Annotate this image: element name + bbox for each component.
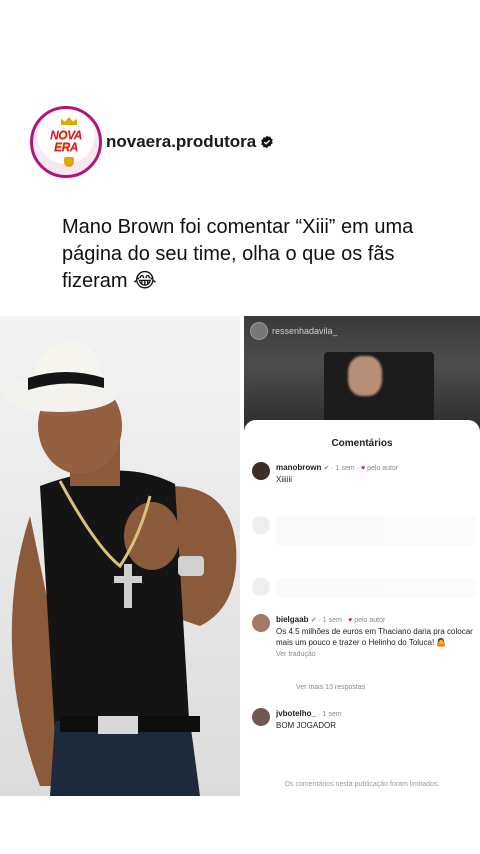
comment-item: jvbotelho_ · 1 sem BOM JOGADOR <box>252 708 476 731</box>
comment-item: bielgaab ✔ · 1 sem · ♥ pelo autor Os 4.5… <box>252 614 476 660</box>
logo-text: NOVA ERA <box>50 128 82 154</box>
man-in-hat-illustration <box>2 340 237 796</box>
artist-photo <box>0 316 240 796</box>
avatar <box>250 322 268 340</box>
translate-link[interactable]: Ver tradução <box>276 651 316 658</box>
sheet-title: Comentários <box>331 438 393 449</box>
trophy-icon <box>64 157 74 167</box>
comment-text: BOM JOGADOR <box>276 721 337 730</box>
account-name[interactable]: novaera.produtora <box>106 132 274 152</box>
brand-logo[interactable]: NOVA ERA <box>30 106 102 178</box>
view-replies-link[interactable]: Ver mais 13 respostas <box>296 684 365 691</box>
faded-comment <box>252 578 476 598</box>
comment-username[interactable]: manobrown <box>276 463 321 472</box>
comment-username[interactable]: bielgaab <box>276 615 308 624</box>
comment-username[interactable]: jvbotelho_ <box>276 709 316 718</box>
faded-comment <box>252 516 476 546</box>
avatar <box>252 614 270 632</box>
comment-text: Os 4.5 milhões de euros em Thaciano dari… <box>276 627 473 647</box>
comments-sheet: Comentários manobrown ✔ · 1 sem · ♥ pelo… <box>244 420 480 796</box>
instagram-comments-screenshot: ressenhadavila_ Comentários manobrown ✔ … <box>244 316 480 796</box>
comment-item: manobrown ✔ · 1 sem · ♥ pelo autor Xiiii… <box>252 462 476 485</box>
crown-icon <box>61 117 77 125</box>
heart-icon: ♥ <box>360 465 366 472</box>
post-header: NOVA ERA novaera.produtora <box>30 106 274 178</box>
post-caption: Mano Brown foi comentar “Xiii” em uma pá… <box>62 216 414 292</box>
avatar <box>252 462 270 480</box>
avatar <box>252 708 270 726</box>
verified-badge-icon <box>261 135 273 149</box>
comment-text: Xiiiiii <box>276 475 292 484</box>
heart-icon: ♥ <box>348 617 353 624</box>
comments-limited-notice: Os comentários nesta publicação foram li… <box>284 781 440 788</box>
screenshot-header: ressenhadavila_ <box>250 322 338 340</box>
username-text[interactable]: novaera.produtora <box>106 132 256 152</box>
video-background: ressenhadavila_ <box>244 316 480 436</box>
header-username: ressenhadavila_ <box>272 326 338 336</box>
